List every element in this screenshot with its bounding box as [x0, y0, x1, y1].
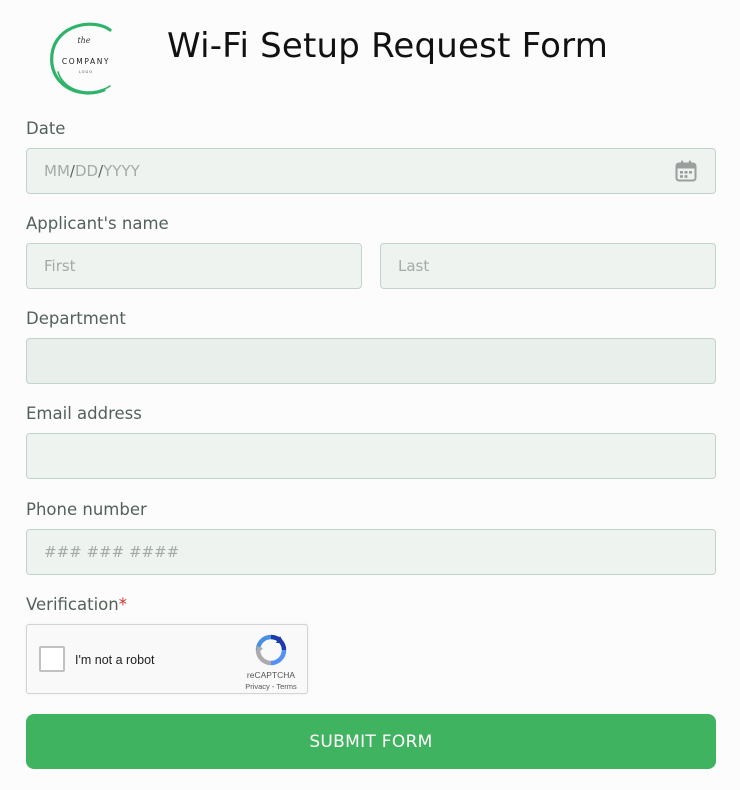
date-label: Date [26, 119, 66, 138]
robot-checkbox-label[interactable]: I'm not a robot [75, 653, 155, 667]
recaptcha-icon [255, 634, 287, 666]
required-asterisk: * [118, 595, 127, 614]
robot-checkbox[interactable] [39, 646, 65, 672]
last-name-input[interactable]: Last [380, 243, 716, 289]
email-input[interactable] [26, 433, 716, 479]
first-name-placeholder: First [44, 257, 76, 275]
form-title: Wi-Fi Setup Request Form [167, 26, 609, 66]
phone-placeholder: ### ### #### [44, 543, 180, 561]
date-placeholder-mm: MM [44, 162, 70, 180]
date-placeholder-yyyy: YYYY [103, 162, 140, 180]
recaptcha-brand: reCAPTCHA [246, 670, 296, 680]
recaptcha-terms[interactable]: Privacy - Terms [232, 682, 310, 691]
date-input[interactable]: MM/DD/YYYY [26, 148, 716, 194]
applicant-name-label: Applicant's name [26, 214, 169, 233]
submit-button[interactable]: SUBMIT FORM [26, 714, 716, 769]
verification-label: Verification* [26, 595, 127, 614]
email-label: Email address [26, 404, 142, 423]
date-placeholder: MM/DD/YYYY [44, 149, 140, 193]
recaptcha-widget: I'm not a robot reCAPTCHA Privacy - Term… [26, 624, 308, 694]
date-placeholder-dd: DD [74, 162, 99, 180]
logo-the-text: the [77, 36, 90, 45]
phone-input[interactable]: ### ### #### [26, 529, 716, 575]
department-input[interactable] [26, 338, 716, 384]
last-name-placeholder: Last [398, 257, 430, 275]
department-label: Department [26, 309, 126, 328]
logo-bottom-text: LOGO [79, 70, 93, 74]
first-name-input[interactable]: First [26, 243, 362, 289]
phone-label: Phone number [26, 500, 147, 519]
company-logo: the COMPANY LOGO [44, 20, 128, 100]
logo-company-text: COMPANY [62, 57, 110, 66]
verification-label-text: Verification [26, 595, 119, 614]
calendar-icon[interactable] [675, 160, 697, 182]
company-logo-graphic: the COMPANY LOGO [50, 22, 112, 95]
